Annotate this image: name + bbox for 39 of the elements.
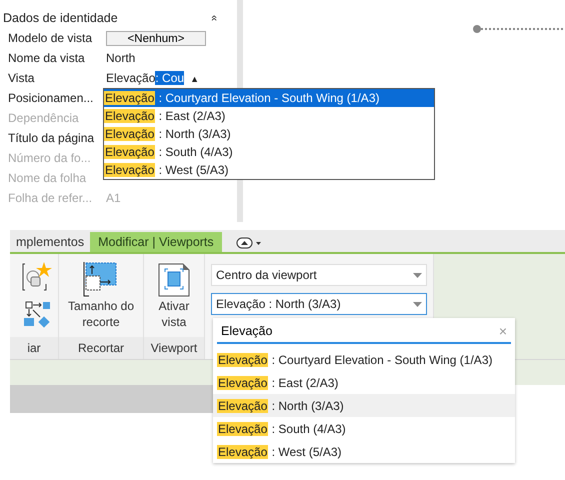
result-item[interactable]: Elevação : North (3/A3)	[213, 394, 515, 417]
result-item[interactable]: Elevação : East (2/A3)	[213, 371, 515, 394]
activate-view-button[interactable]: Ativar vista	[144, 260, 204, 330]
panel-label: iar	[10, 337, 58, 359]
property-label: Título da página	[8, 131, 96, 145]
caret-icon	[413, 302, 422, 306]
property-value: A1	[106, 191, 122, 205]
result-item[interactable]: Elevação : South (4/A3)	[213, 417, 515, 440]
dropdown-item[interactable]: Elevação : Courtyard Elevation - South Wing (1/A3)	[104, 89, 434, 107]
property-label: Vista	[8, 71, 36, 85]
view-template-button[interactable]: <Nenhum>	[106, 30, 206, 46]
dropdown-item[interactable]: Elevação : West (5/A3)	[104, 161, 434, 179]
collapse-toggle[interactable]: »	[208, 14, 220, 22]
view-combo[interactable]: Elevação: Cou ▲	[106, 71, 237, 85]
ribbon-tab[interactable]: Modificar | Viewports	[90, 232, 222, 252]
property-label: Nome da folha	[8, 171, 88, 185]
property-label: Posicionamen...	[8, 91, 94, 105]
property-label: Folha de refer...	[8, 191, 94, 205]
property-label: Modelo de vista	[8, 31, 94, 45]
caret-icon	[413, 272, 422, 278]
property-label: Dependência	[8, 111, 80, 125]
property-label: Nome da vista	[8, 51, 86, 65]
section-header: Dados de identidade	[3, 11, 118, 25]
search-field[interactable]: Elevação ×	[217, 320, 511, 344]
panel-label: Recortar	[59, 337, 143, 359]
result-item[interactable]: Elevação : West (5/A3)	[213, 440, 515, 463]
result-item[interactable]: Elevação : Courtyard Elevation - South Wing (1/A3)	[213, 348, 515, 371]
ribbon-tab[interactable]: mplementos	[10, 232, 90, 252]
property-label: Número da fo...	[8, 151, 92, 165]
panel-toggle-icon[interactable]	[236, 237, 262, 249]
dropdown-item[interactable]: Elevação : East (2/A3)	[104, 107, 434, 125]
property-value: North	[106, 51, 136, 65]
crop-size-button[interactable]: Tamanho do recorte	[59, 260, 143, 330]
view-dropdown[interactable]: Centro da viewport	[211, 264, 427, 286]
view-dropdown[interactable]: Elevação : North (3/A3)	[211, 293, 427, 315]
panel-label: Viewport	[144, 337, 204, 359]
dropdown-item[interactable]: Elevação : North (3/A3)	[104, 125, 434, 143]
dropdown-item[interactable]: Elevação : South (4/A3)	[104, 143, 434, 161]
shapes-arrows-icon[interactable]	[22, 300, 52, 330]
